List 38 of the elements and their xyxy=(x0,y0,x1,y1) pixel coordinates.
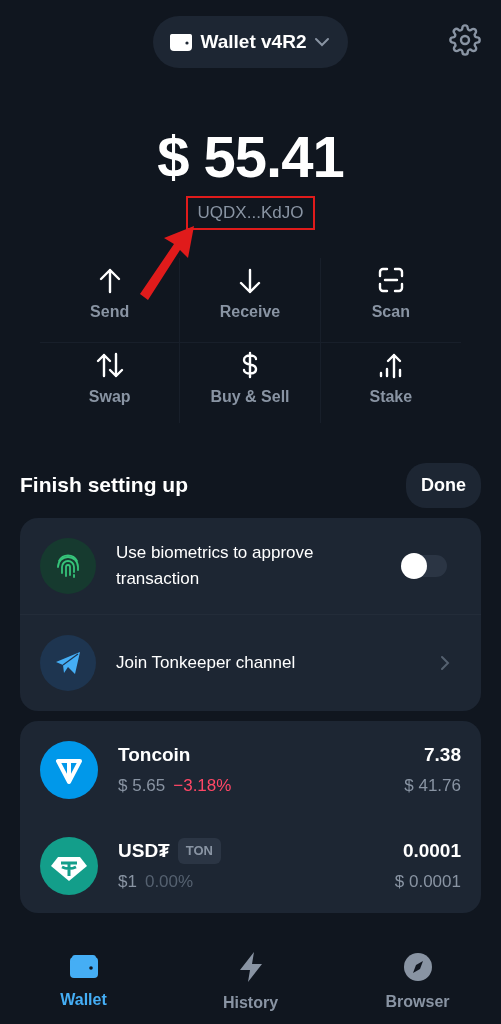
token-value: $ 0.0001 xyxy=(394,871,461,893)
action-button[interactable]: Receive xyxy=(219,299,281,324)
nav-tab[interactable]: History xyxy=(167,942,334,1024)
price-change: 0.00% xyxy=(144,871,194,893)
nav-tab[interactable]: Browser xyxy=(334,942,501,1024)
balance-amount: $ 55.41 xyxy=(156,128,345,186)
settings-button[interactable] xyxy=(449,24,481,56)
token-name: USD₮ xyxy=(118,838,170,863)
tether-logo-icon xyxy=(40,836,98,895)
token-amount: 0.0001 xyxy=(401,838,461,863)
chevron-down-icon xyxy=(314,37,331,47)
wallet-icon xyxy=(68,954,99,980)
setup-item-text: Join Tonkeeper channel xyxy=(116,651,297,674)
price-change: −3.18% xyxy=(173,775,232,797)
nav-tab[interactable]: Wallet xyxy=(0,942,167,1024)
action-button[interactable]: Swap xyxy=(88,384,131,409)
scan-icon xyxy=(376,265,405,294)
action-button[interactable]: Stake xyxy=(369,384,413,409)
action-button[interactable]: Buy & Sell xyxy=(210,384,290,409)
section-title: Finish setting up xyxy=(20,472,188,499)
token-amount: 7.38 xyxy=(423,742,461,767)
ton-logo-icon xyxy=(40,740,98,799)
toggle-switch[interactable] xyxy=(403,554,447,577)
compass-icon xyxy=(402,952,433,982)
action-button[interactable]: Scan xyxy=(371,299,410,324)
wallet-selector[interactable]: Wallet v4R2 xyxy=(152,15,349,69)
token-price: $1 xyxy=(118,871,137,893)
token-name: Toncoin xyxy=(118,742,191,767)
action-button[interactable]: Send xyxy=(90,299,130,324)
chevron-right-icon xyxy=(439,653,451,672)
setup-item-text: Use biometrics to approve transaction xyxy=(116,542,315,590)
done-button[interactable]: Done xyxy=(406,462,481,508)
wallet-address[interactable]: UQDX...KdJO xyxy=(197,200,304,226)
token-value: $ 41.76 xyxy=(404,775,461,797)
token-price: $ 5.65 xyxy=(118,775,166,797)
swap-arrows-icon xyxy=(95,350,124,379)
wallet-icon xyxy=(168,32,193,52)
network-tag: TON xyxy=(177,838,221,864)
